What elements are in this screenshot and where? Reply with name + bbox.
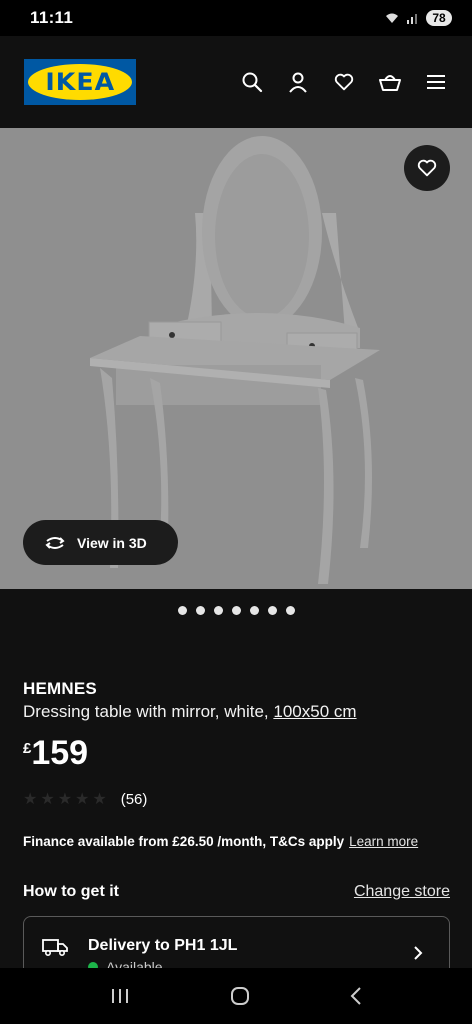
product-size-link[interactable]: 100x50 cm xyxy=(273,702,356,721)
chevron-right-icon xyxy=(414,946,423,960)
product-description: Dressing table with mirror, white, 100x5… xyxy=(23,702,453,722)
home-icon[interactable] xyxy=(229,985,251,1007)
status-bar: 11:11 78 xyxy=(0,0,472,36)
account-icon[interactable] xyxy=(286,70,310,94)
rotate-3d-icon xyxy=(45,536,65,549)
finance-text: Finance available from £26.50 /month, T&… xyxy=(23,834,345,849)
heart-icon[interactable] xyxy=(332,70,356,94)
view-in-3d-button[interactable]: View in 3D xyxy=(23,520,178,565)
rating-stars: ★ ★ ★ ★ ★ xyxy=(23,790,107,808)
star-icon: ★ xyxy=(92,790,107,808)
product-image-carousel[interactable]: View in 3D xyxy=(0,128,472,589)
carousel-dot[interactable] xyxy=(249,606,259,615)
carousel-dot[interactable] xyxy=(213,606,223,615)
carousel-indicators xyxy=(0,606,472,615)
save-favourite-button[interactable] xyxy=(404,145,450,191)
star-icon: ★ xyxy=(75,790,90,808)
product-rating[interactable]: ★ ★ ★ ★ ★ (56) xyxy=(23,791,147,808)
heart-icon xyxy=(417,159,437,177)
carousel-dot[interactable] xyxy=(177,606,187,615)
carousel-dot[interactable] xyxy=(231,606,241,615)
finance-info: Finance available from £26.50 /month, T&… xyxy=(23,834,453,849)
review-count: (56) xyxy=(120,791,148,808)
wifi-icon xyxy=(386,13,398,23)
price-currency: £ xyxy=(23,740,32,757)
ikea-logo[interactable]: IKEA xyxy=(24,59,136,105)
battery-indicator: 78 xyxy=(426,10,452,26)
product-name: HEMNES xyxy=(23,679,97,698)
status-icons: 78 xyxy=(384,10,452,26)
signal-icon xyxy=(407,14,417,24)
delivery-title: Delivery to PH1 1JL xyxy=(88,937,238,954)
header-actions xyxy=(240,70,448,94)
learn-more-link[interactable]: Learn more xyxy=(349,834,418,849)
search-icon[interactable] xyxy=(240,70,264,94)
back-icon[interactable] xyxy=(349,986,363,1006)
delivery-truck-icon xyxy=(42,939,68,957)
app-header: IKEA xyxy=(0,36,472,128)
menu-icon[interactable] xyxy=(424,70,448,94)
product-info: HEMNES Dressing table with mirror, white… xyxy=(23,679,453,770)
status-time: 11:11 xyxy=(30,8,74,27)
carousel-dot[interactable] xyxy=(195,606,205,615)
price-amount: 159 xyxy=(31,734,89,772)
logo-oval: IKEA xyxy=(28,64,132,100)
recent-apps-icon[interactable] xyxy=(109,987,131,1005)
star-icon: ★ xyxy=(23,790,38,808)
how-to-get-it-section: How to get it Change store xyxy=(23,883,450,901)
view-in-3d-label: View in 3D xyxy=(77,534,147,551)
product-description-text: Dressing table with mirror, white, xyxy=(23,702,269,721)
change-store-link[interactable]: Change store xyxy=(354,883,450,901)
how-to-get-it-title: How to get it xyxy=(23,883,119,900)
system-navigation-bar xyxy=(0,968,472,1024)
basket-icon[interactable] xyxy=(378,70,402,94)
carousel-dot[interactable] xyxy=(285,606,295,615)
star-icon: ★ xyxy=(57,790,73,808)
logo-text: IKEA xyxy=(45,68,115,96)
product-price: £ 159 xyxy=(23,736,453,770)
star-icon: ★ xyxy=(40,790,55,808)
carousel-dot[interactable] xyxy=(267,606,277,615)
